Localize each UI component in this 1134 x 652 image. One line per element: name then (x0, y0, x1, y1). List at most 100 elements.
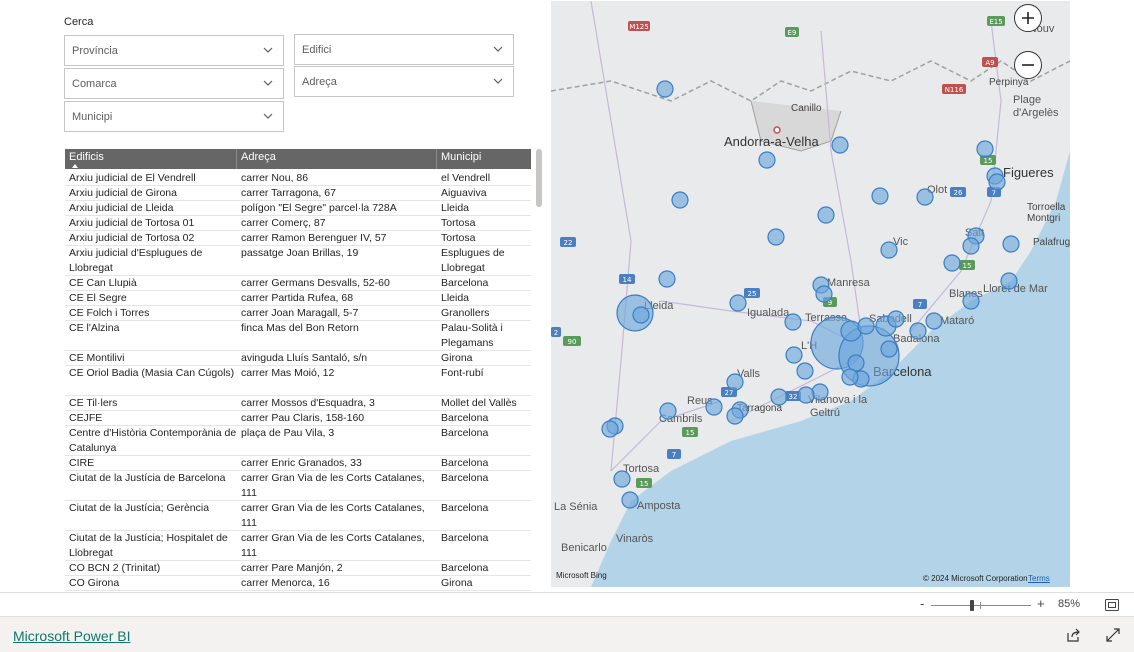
location-bubble (880, 340, 898, 358)
location-bubble (613, 470, 631, 488)
location-bubble (916, 188, 934, 206)
comarca-slicer[interactable]: Comarca (64, 68, 284, 99)
provincia-slicer-label: Província (72, 44, 118, 57)
table-row[interactable]: CE Can Llupià carrer Germans Desvalls, 52… (65, 276, 531, 291)
municipi-slicer[interactable]: Municipi (64, 101, 284, 132)
chevron-down-icon (492, 43, 504, 55)
buildings-table: Edificis Adreça Municipi Arxiu judicial … (64, 148, 546, 592)
location-bubble (962, 292, 980, 310)
table-row[interactable]: Centre d'Història Contemporània de Catal… (65, 426, 531, 456)
comarca-slicer-label: Comarca (72, 77, 117, 90)
cell-adreca: carrer Gran Via de les Corts Catalanes, … (241, 502, 425, 529)
location-bubble (811, 383, 829, 401)
cell-edifici: CE Can Llupià (69, 277, 137, 289)
location-bubble (621, 491, 639, 509)
cell-adreca: carrer Nou, 86 (241, 172, 309, 184)
cell-adreca: carrer Mas Moió, 12 (241, 367, 335, 379)
cell-edifici: CEJFE (69, 412, 103, 424)
fullscreen-icon[interactable] (1106, 628, 1120, 642)
cell-municipi: Barcelona (441, 457, 489, 469)
table-row[interactable]: CE El Segre carrer Partida Rufea, 68 Lleid… (65, 291, 531, 306)
cell-municipi: Tortosa (441, 217, 476, 229)
cell-municipi: Esplugues de Llobregat (441, 247, 505, 274)
location-bubble (943, 254, 961, 272)
location-bubble (841, 368, 859, 386)
cell-adreca: plaça de Pau Vila, 3 (241, 427, 335, 439)
table-row[interactable]: Arxiu judicial de Tortosa 02 carrer Ramon… (65, 231, 531, 246)
bing-logo: Microsoft Bing (556, 571, 607, 580)
cell-municipi: Font-rubí (441, 367, 484, 379)
table-row[interactable]: CE Oriol Badia (Masia Can Cúgols) carrer … (65, 366, 531, 396)
table-row[interactable]: Arxiu judicial de Tortosa 01 carrer Comer… (65, 216, 531, 231)
table-row[interactable]: CE Folch i Torres carrer Joan Maragall, 5… (65, 306, 531, 321)
location-bubble (976, 140, 994, 158)
table-scrollbar[interactable] (536, 149, 542, 207)
table-row[interactable]: Ciutat de la Justícia; Gerència carrer Gr… (65, 501, 531, 531)
map-zoom-in-button[interactable] (1014, 4, 1042, 32)
cell-municipi: Barcelona (441, 277, 489, 289)
cell-edifici: Centre d'Història Contemporània de Catal… (69, 427, 237, 454)
column-header-edificis[interactable]: Edificis (65, 149, 237, 169)
table-row[interactable]: CO Girona carrer Menorca, 16 Girona (65, 576, 531, 591)
cell-adreca: carrer Pau Claris, 158-160 (241, 412, 365, 424)
location-bubble (925, 312, 943, 330)
table-row[interactable]: Arxiu judicial de Girona carrer Tarragona… (65, 186, 531, 201)
adreca-slicer[interactable]: Adreça (294, 66, 514, 97)
table-row[interactable]: Ciutat de la Justícia; Hospitalet de Llo… (65, 531, 531, 561)
table-row[interactable]: CO BCN 2 (Trinitat) carrer Pare Manjón, 2… (65, 561, 531, 576)
zoom-slider-thumb[interactable] (970, 600, 974, 611)
cell-municipi: Barcelona (441, 562, 489, 574)
location-bubble (817, 206, 835, 224)
cell-municipi: Mollet del Vallès (441, 397, 517, 409)
table-row[interactable]: CE l'Alzina finca Mas del Bon Retorn Palau… (65, 321, 531, 351)
table-row[interactable]: CE Montilivi avinguda Lluís Santaló, s/n G… (65, 351, 531, 366)
map-zoom-out-button[interactable] (1014, 51, 1042, 79)
location-bubble (962, 237, 980, 255)
location-bubble (796, 362, 814, 380)
table-row[interactable]: CIRE carrer Enric Granados, 33 Barcelona (65, 456, 531, 471)
location-bubble (632, 306, 650, 324)
zoom-bar: - + 85% (0, 592, 1134, 616)
chevron-down-icon (262, 110, 274, 122)
cell-municipi: el Vendrell (441, 172, 491, 184)
location-bubble (770, 388, 788, 406)
location-bubble (797, 386, 815, 404)
column-header-adreca[interactable]: Adreça (237, 149, 437, 169)
column-header-municipi[interactable]: Municipi (437, 149, 531, 169)
cell-municipi: Granollers (441, 307, 490, 319)
cell-adreca: carrer Pare Manjón, 2 (241, 562, 343, 574)
table-row[interactable]: Arxiu judicial de El Vendrell carrer Nou,… (65, 171, 531, 186)
location-bubble (601, 420, 619, 438)
map-visual[interactable]: Andorra-a-Velha Canillo Figueres Perpiny… (551, 1, 1070, 587)
zoom-slider-tick (980, 602, 981, 609)
power-bi-link[interactable]: Microsoft Power BI (13, 628, 130, 644)
cell-adreca: carrer Ramon Berenguer IV, 57 (241, 232, 387, 244)
table-row[interactable]: CEJFE carrer Pau Claris, 158-160 Barcelona (65, 411, 531, 426)
adreca-slicer-label: Adreça (302, 75, 337, 88)
fit-to-page-icon[interactable] (1105, 599, 1119, 611)
share-icon[interactable] (1067, 628, 1081, 642)
location-bubble (758, 151, 776, 169)
map-copyright: © 2024 Microsoft Corporation (923, 574, 1028, 583)
cell-adreca: carrer Tarragona, 67 (241, 187, 336, 199)
provincia-slicer[interactable]: Província (64, 35, 284, 66)
map-terms-link[interactable]: Terms (1028, 574, 1050, 583)
location-bubble (785, 346, 803, 364)
table-row[interactable]: Arxiu judicial de Lleida polígon "El Segr… (65, 201, 531, 216)
location-bubble (988, 173, 1006, 191)
cell-edifici: CE Til·lers (69, 397, 118, 409)
zoom-slider-track[interactable] (931, 605, 1031, 606)
table-row[interactable]: Ciutat de la Justícia de Barcelona carrer… (65, 471, 531, 501)
cell-municipi: Lleida (441, 292, 470, 304)
table-row[interactable]: CE Til·lers carrer Mossos d'Esquadra, 3 Mo… (65, 396, 531, 411)
cell-municipi: Aiguaviva (441, 187, 487, 199)
zoom-out-button[interactable]: - (920, 596, 924, 611)
table-row[interactable]: Arxiu judicial d'Esplugues de Llobregat p… (65, 246, 531, 276)
cell-edifici: CE El Segre (69, 292, 127, 304)
footer: Microsoft Power BI (0, 616, 1134, 652)
zoom-in-button[interactable]: + (1037, 596, 1045, 611)
cell-edifici: CE Montilivi (69, 352, 125, 364)
cell-edifici: CE Folch i Torres (69, 307, 150, 319)
edifici-slicer[interactable]: Edifici (294, 34, 514, 65)
location-bubble (729, 294, 747, 312)
